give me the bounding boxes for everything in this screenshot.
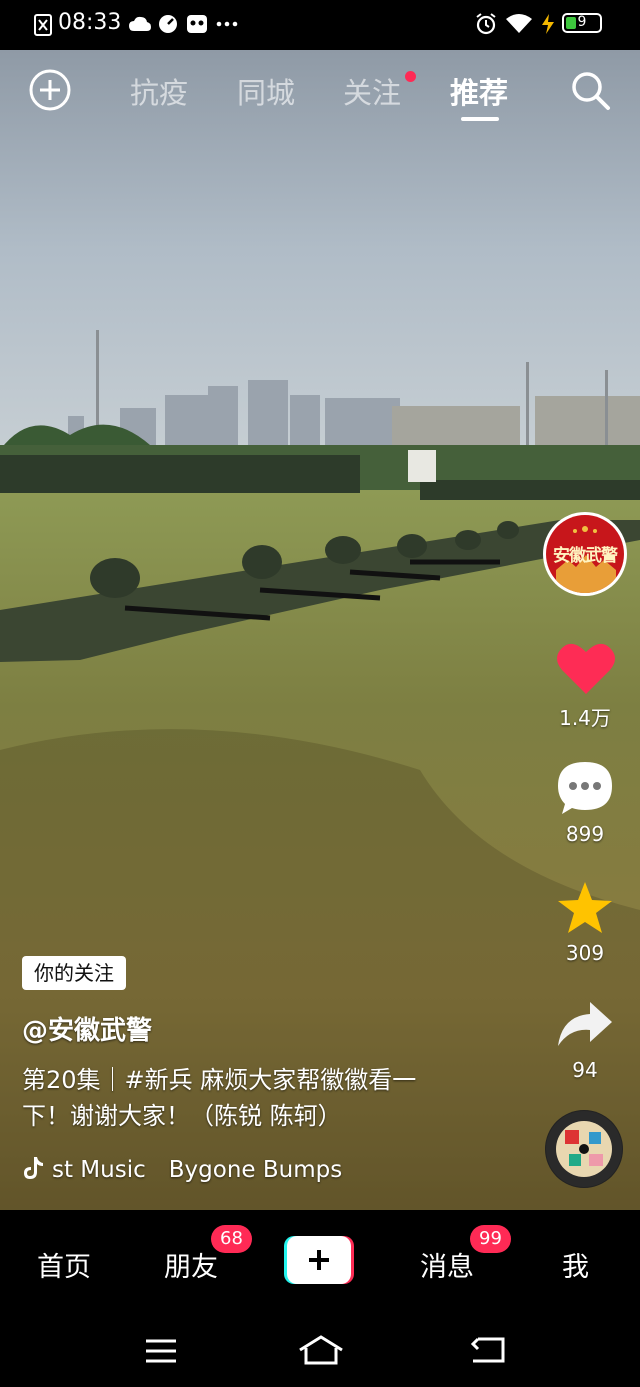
music-cover-icon: [546, 1111, 622, 1187]
comment-count: 899: [565, 822, 605, 846]
cloud-icon: [129, 16, 151, 31]
following-dot: [405, 71, 416, 82]
tab-same-city[interactable]: 同城: [237, 70, 295, 112]
alarm-icon: [476, 13, 496, 35]
favorite-count: 309: [565, 941, 605, 965]
tab-friends[interactable]: 朋友: [164, 1245, 218, 1284]
speedometer-icon: [159, 15, 177, 33]
friends-badge: 68: [211, 1225, 252, 1253]
tab-anti-epidemic[interactable]: 抗疫: [130, 70, 188, 112]
tab-following[interactable]: 关注: [343, 70, 401, 112]
avatar-text: 安徽武警: [553, 546, 618, 566]
add-live-icon[interactable]: [28, 68, 72, 112]
back-icon[interactable]: [470, 1336, 506, 1364]
messages-badge: 99: [470, 1225, 511, 1253]
tab-home[interactable]: 首页: [37, 1245, 91, 1284]
video-description[interactable]: 第20集｜#新兵 麻烦大家帮徽徽看一下！谢谢大家！（陈锐 陈轲）: [22, 1062, 462, 1134]
battery-icon: 9: [562, 13, 602, 33]
charging-icon: [542, 14, 554, 34]
close-app-icon: [34, 14, 52, 36]
active-tab-indicator: [461, 117, 499, 121]
battery-level: 9: [577, 14, 587, 30]
share-arrow-icon[interactable]: [556, 1000, 614, 1048]
wifi-icon: [506, 14, 532, 33]
music-ticker[interactable]: st Music Bygone Bumps: [22, 1150, 342, 1184]
search-icon[interactable]: [570, 70, 612, 112]
share-count: 94: [572, 1058, 598, 1082]
like-heart-icon[interactable]: [556, 640, 616, 696]
status-time: 08:33: [58, 10, 122, 35]
following-tag: 你的关注: [22, 956, 126, 990]
author-avatar[interactable]: 安徽武警: [543, 512, 627, 596]
music-disc[interactable]: [545, 1110, 623, 1188]
app-notification-icon: [187, 15, 207, 33]
plus-icon: [309, 1250, 329, 1270]
create-button[interactable]: [284, 1236, 354, 1284]
tab-me[interactable]: 我: [562, 1245, 589, 1284]
favorite-star-icon[interactable]: [556, 880, 614, 936]
comment-icon[interactable]: [556, 760, 614, 816]
home-icon[interactable]: [298, 1334, 344, 1366]
tiktok-note-icon: [24, 1157, 43, 1179]
like-count: 1.4万: [559, 706, 611, 730]
menu-icon[interactable]: [145, 1338, 177, 1364]
author-name[interactable]: @安徽武警: [22, 1010, 152, 1047]
more-dots-icon: [216, 21, 238, 27]
system-nav-bar: [0, 1320, 640, 1387]
tab-recommended[interactable]: 推荐: [450, 70, 508, 112]
status-bar: 08:33 9: [0, 0, 640, 50]
tab-messages[interactable]: 消息: [420, 1245, 474, 1284]
music-title: st Music Bygone Bumps: [52, 1157, 343, 1183]
